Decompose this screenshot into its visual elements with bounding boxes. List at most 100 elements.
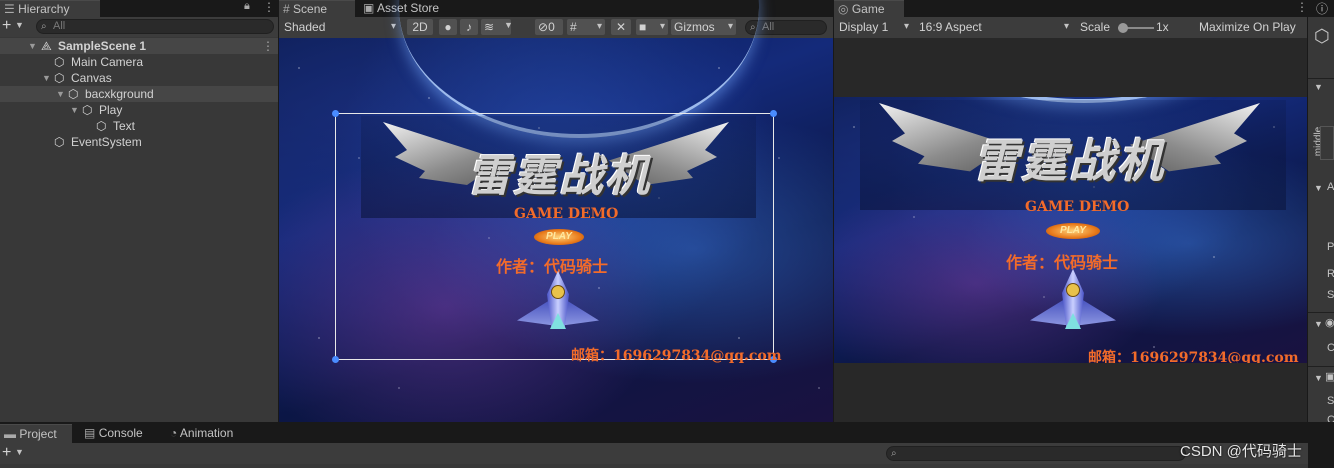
- add-icon[interactable]: +: [2, 17, 11, 35]
- tree-item-play[interactable]: ▼ ⬡ Play: [0, 102, 278, 118]
- scene-more-icon[interactable]: ⋮: [262, 38, 274, 54]
- tab-game[interactable]: ◎ Game: [834, 0, 904, 17]
- game-panel: ◎ Game ⋮ Display 1 16:9 Aspect Scale 1x …: [834, 0, 1308, 422]
- gameobject-cube-icon: ⬡: [54, 71, 65, 85]
- expand-arrow-icon[interactable]: ▼: [1314, 373, 1323, 383]
- gameobject-cube-icon: ⬡: [54, 55, 65, 69]
- scene-panel: # Scene ▣ Asset Store Shaded 2D ● ♪ ≋ ▼ …: [279, 0, 833, 422]
- tree-item-label: Canvas: [71, 71, 112, 85]
- search-icon: ⌕: [41, 21, 47, 32]
- chevron-down-icon[interactable]: ▼: [15, 447, 24, 457]
- fighter-jet-image: [517, 271, 599, 333]
- expand-arrow-icon[interactable]: ▼: [1314, 319, 1323, 329]
- scene-viewport[interactable]: 雷霆战机 GAME DEMO PLAY 作者：代码骑士 邮箱：169629783…: [279, 38, 833, 422]
- animation-icon: ◔: [170, 426, 178, 440]
- rect-handle[interactable]: [770, 110, 777, 117]
- anchor-preset-box[interactable]: [1320, 126, 1334, 160]
- tree-item-label: Play: [99, 103, 123, 117]
- tree-item-eventsystem[interactable]: ⬡ EventSystem: [0, 134, 278, 150]
- hierarchy-panel: ☰ Hierarchy 🔒︎ ⋮ + ▼ ⌕ All ▼ ⟁ SampleSce…: [0, 0, 278, 422]
- play-button-label: PLAY: [546, 231, 572, 242]
- rect-handle[interactable]: [332, 356, 339, 363]
- scale-label: Scale: [1080, 20, 1111, 34]
- tab-scene[interactable]: # Scene: [279, 0, 355, 17]
- tab-animation[interactable]: ◔ Animation: [166, 424, 256, 443]
- gameobject-cube-icon: ⬡: [82, 103, 93, 117]
- tree-item-label: SampleScene 1: [58, 39, 147, 53]
- tree-item-label: EventSystem: [71, 135, 142, 149]
- eye-icon: ◉: [1325, 317, 1334, 329]
- rect-handle[interactable]: [332, 110, 339, 117]
- gameobject-cube-icon: ⬡: [96, 119, 107, 133]
- add-icon[interactable]: +: [2, 443, 11, 463]
- game-tabbar: [834, 0, 1307, 17]
- expand-arrow-icon[interactable]: ▼: [56, 86, 65, 102]
- component-icon: ▣: [1325, 371, 1334, 383]
- tree-item-samplescene[interactable]: ▼ ⟁ SampleScene 1 ⋮: [0, 38, 278, 54]
- project-search-input[interactable]: ⌕: [886, 446, 1186, 461]
- game-view[interactable]: 雷霆战机 GAME DEMO PLAY 作者：代码骑士 邮箱：169629783…: [834, 97, 1307, 363]
- tree-item-label: Main Camera: [71, 55, 144, 69]
- scale-slider[interactable]: [1118, 23, 1154, 33]
- expand-arrow-icon[interactable]: ▼: [1314, 82, 1323, 92]
- inspector-label: R: [1327, 268, 1334, 280]
- expand-arrow-icon[interactable]: ▼: [42, 70, 51, 86]
- email-text: 邮箱：1696297834@qq.com: [571, 348, 782, 364]
- gameobject-cube-icon: ⬡: [54, 135, 65, 149]
- tab-scene-label: Scene: [293, 2, 328, 16]
- grid-icon: #: [283, 2, 290, 16]
- scale-slider-thumb[interactable]: [1118, 23, 1128, 33]
- aspect-dropdown[interactable]: 16:9 Aspect: [916, 19, 1072, 35]
- maximize-on-play-button[interactable]: Maximize On Play: [1196, 19, 1306, 35]
- tab-hierarchy-label: Hierarchy: [18, 2, 70, 16]
- game-demo-text: GAME DEMO: [514, 206, 619, 222]
- tab-project[interactable]: ▬ Project: [0, 424, 72, 443]
- display-value: Display 1: [839, 20, 889, 34]
- game-letterbox-bottom: [834, 363, 1307, 422]
- maximize-label: Maximize On Play: [1199, 20, 1296, 34]
- game-toolbar: Display 1 16:9 Aspect Scale 1x Maximize …: [834, 17, 1307, 38]
- shading-dropdown[interactable]: Shaded: [281, 19, 399, 35]
- fighter-jet-image: [1030, 269, 1116, 333]
- store-icon: ▣: [363, 1, 375, 15]
- inspector-label: S: [1327, 395, 1334, 407]
- tab-console-label: Console: [98, 426, 143, 440]
- tree-item-text[interactable]: ⬡ Text: [0, 118, 278, 134]
- expand-arrow-icon[interactable]: ▼: [70, 102, 79, 118]
- scene-search-placeholder: All: [762, 21, 775, 33]
- inspector-label: A: [1327, 181, 1334, 193]
- tree-item-background[interactable]: ▼ ⬡ bacxkground: [0, 86, 278, 102]
- watermark-text: CSDN @代码骑士: [1180, 443, 1302, 460]
- jet-cockpit: [1066, 283, 1080, 297]
- expand-arrow-icon[interactable]: ▼: [1314, 183, 1323, 193]
- tree-item-main-camera[interactable]: ⬡ Main Camera: [0, 54, 278, 70]
- more-options-icon[interactable]: ⋮: [263, 0, 275, 14]
- tree-item-canvas[interactable]: ▼ ⬡ Canvas: [0, 70, 278, 86]
- inspector-divider: [1308, 366, 1334, 367]
- bottom-panel: ▬ Project ▤ Console ◔ Animation + ▼ ⌕ CS…: [0, 423, 1308, 468]
- game-demo-text: GAME DEMO: [1025, 199, 1130, 215]
- tree-item-label: bacxkground: [85, 87, 154, 101]
- tab-console[interactable]: ▤ Console: [80, 424, 160, 443]
- inspector-label: C: [1327, 342, 1334, 354]
- aspect-value: 16:9 Aspect: [919, 20, 982, 34]
- inspector-panel: ⓘ ⬡ ▼ middle ▼ A P R S ▼ ◉ C ▼ ▣ S C: [1308, 0, 1334, 422]
- inspector-label: P: [1327, 241, 1334, 253]
- chevron-down-icon[interactable]: ▼: [15, 20, 24, 30]
- play-button[interactable]: PLAY: [1046, 223, 1100, 239]
- tab-project-label: Project: [19, 427, 57, 441]
- display-dropdown[interactable]: Display 1: [836, 19, 912, 35]
- scene-icon: ⟁: [41, 39, 52, 53]
- lock-icon[interactable]: 🔒︎: [244, 0, 250, 13]
- game-title-text: 雷霆战机: [973, 134, 1165, 188]
- project-toolbar: + ▼ ⌕: [0, 443, 1308, 464]
- game-more-options-icon[interactable]: ⋮: [1296, 0, 1308, 14]
- expand-arrow-icon[interactable]: ▼: [28, 38, 37, 54]
- search-icon: ⌕: [891, 448, 897, 459]
- hierarchy-search-input[interactable]: ⌕ All: [36, 19, 274, 34]
- tab-hierarchy[interactable]: ☰ Hierarchy: [0, 0, 100, 17]
- play-button[interactable]: PLAY: [534, 229, 584, 245]
- game-letterbox-top: [834, 38, 1307, 97]
- inspector-divider: [1308, 78, 1334, 79]
- shading-value: Shaded: [284, 20, 326, 34]
